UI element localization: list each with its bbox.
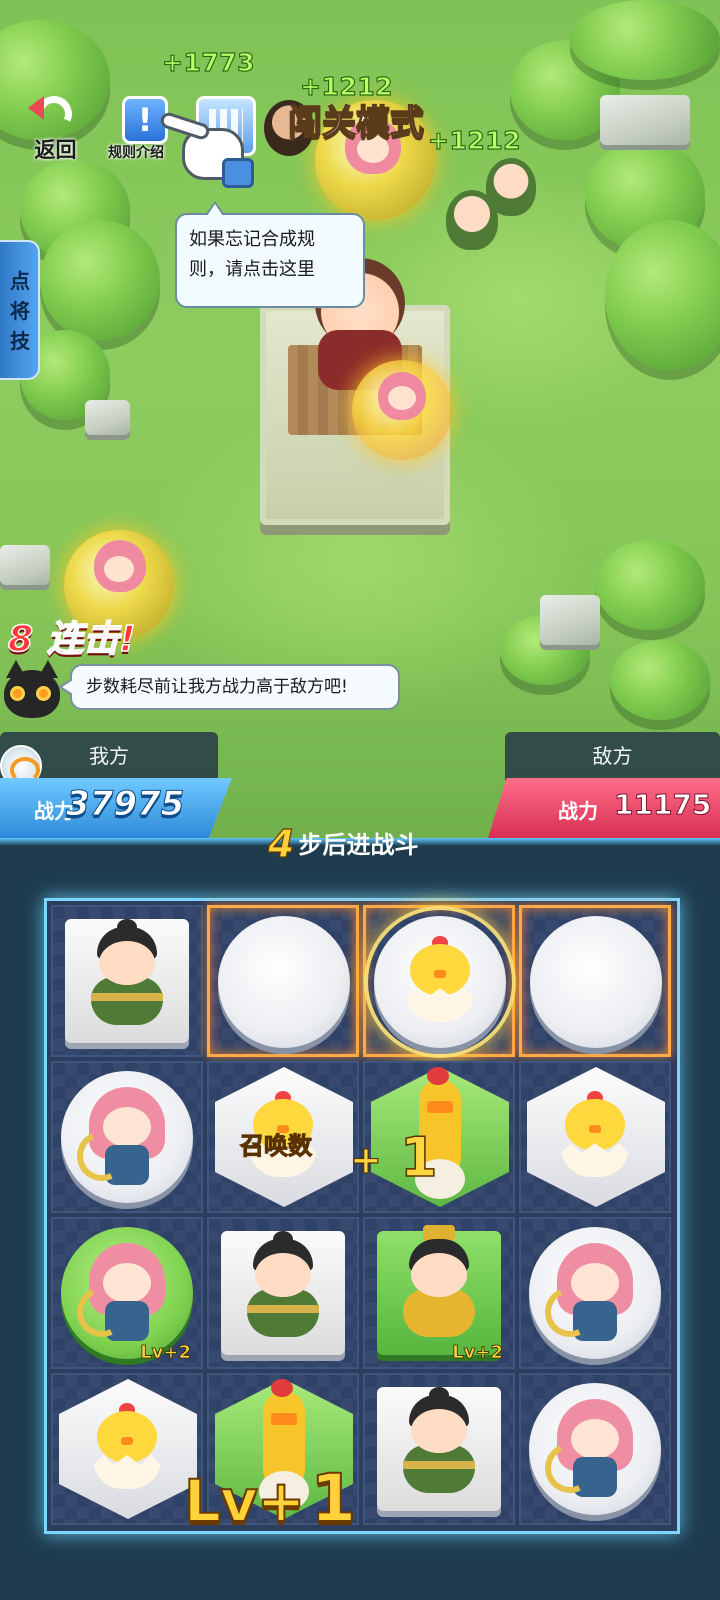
tree — [570, 0, 720, 80]
our-power-panel: 战力 37975 — [0, 778, 232, 838]
grid-cell[interactable] — [363, 1061, 515, 1213]
damage-number: +1773 — [161, 47, 256, 77]
combo-label: 连击! — [46, 618, 136, 661]
rooster-beak — [427, 1101, 453, 1113]
enemy-soldier[interactable] — [486, 158, 536, 216]
chick-piece — [404, 936, 476, 1024]
soldier-piece — [87, 919, 167, 1027]
enemy-power-panel: 战力 11175 — [488, 778, 720, 838]
merge-grid: Lv+2 Lv+2 — [44, 898, 680, 1534]
rules-hint-tooltip[interactable]: 如果忘记合成规 则，请点击这里 — [175, 201, 365, 308]
soldier-face — [255, 1253, 311, 1297]
skill-tab-char: 技 — [10, 329, 30, 353]
general-skill-tab[interactable]: 点 将 技 — [0, 240, 40, 380]
soldier-piece — [243, 1231, 323, 1339]
grid-cell[interactable] — [519, 1217, 671, 1369]
rules-hint-line: 如果忘记合成规 — [189, 229, 315, 250]
chick-beak — [434, 970, 446, 978]
skill-tab-char: 将 — [10, 299, 30, 323]
summon-value: 1 — [399, 1125, 438, 1190]
grid-cell[interactable] — [51, 1061, 203, 1213]
summon-plus: + — [349, 1137, 382, 1182]
soldier-belt — [91, 993, 163, 1001]
heroine-piece — [537, 1393, 639, 1501]
tree — [610, 640, 710, 720]
grid-cell[interactable]: Lv+2 — [363, 1217, 515, 1369]
level-badge: Lv+2 — [452, 1342, 504, 1364]
skill-tab-char: 点 — [10, 269, 30, 293]
back-button[interactable]: 返回 — [18, 90, 93, 167]
chick-beak — [589, 1125, 601, 1133]
rock — [600, 95, 690, 145]
enemy-power-value: 11175 — [613, 788, 712, 822]
pointing-hand-icon — [158, 100, 255, 190]
mode-title: 闯关模式 — [287, 102, 425, 144]
damage-number: +1212 — [427, 125, 522, 155]
egg-shell — [93, 1455, 161, 1489]
heroine-piece — [537, 1237, 639, 1345]
cat-eye — [36, 686, 51, 701]
grid-cell[interactable]: Lv+2 — [51, 1217, 203, 1369]
rock — [0, 545, 50, 585]
level-badge: Lv+2 — [140, 1342, 192, 1364]
steps-text: 步后进战斗 — [298, 831, 419, 859]
enemy-power-label: 战力 — [558, 799, 598, 823]
grid-cell-selected[interactable] — [363, 905, 516, 1058]
rooster-beak — [271, 1413, 297, 1425]
cat-eye — [10, 686, 25, 701]
back-arrowhead-icon — [28, 96, 44, 120]
grid-cell[interactable] — [519, 1373, 671, 1525]
soldier-belt — [247, 1305, 319, 1313]
summon-count-label: 召唤数 — [240, 1132, 313, 1161]
tile-circle — [218, 916, 350, 1048]
soldier-belt — [403, 1461, 475, 1469]
tile-circle — [530, 916, 662, 1048]
level-up-value: 1 — [309, 1459, 357, 1538]
tree — [595, 540, 705, 630]
general-piece — [399, 1225, 479, 1339]
rock — [85, 400, 130, 435]
rock — [540, 595, 600, 645]
rules-hint-line: 则，请点击这里 — [189, 259, 315, 280]
enemy-side-tab: 敌方 — [505, 732, 720, 780]
our-power-value: 37975 — [65, 784, 185, 825]
egg-shell — [561, 1143, 629, 1177]
soldier-face — [99, 941, 155, 985]
grid-cell[interactable] — [519, 1061, 671, 1213]
hand-cuff — [222, 158, 254, 188]
soldier-piece — [399, 1387, 479, 1495]
steps-until-battle: 4 步后进战斗 — [267, 821, 468, 866]
general-face — [411, 1253, 467, 1297]
steps-count: 4 — [267, 821, 295, 866]
battlefield: +1773 +1212 +1212 闯关模式 返回 ! 规则介绍 如果忘记合成规… — [0, 0, 720, 860]
chick-piece — [91, 1403, 163, 1491]
tree — [40, 220, 160, 340]
grid-cell[interactable] — [207, 1217, 359, 1369]
egg-shell — [406, 988, 474, 1022]
tree — [605, 220, 720, 370]
rooster-crest — [427, 1067, 449, 1085]
soldier-face — [411, 1409, 467, 1453]
rooster-crest — [271, 1379, 293, 1397]
grid-cell-empty[interactable] — [519, 905, 671, 1057]
grid-cell-empty[interactable] — [207, 905, 359, 1057]
heroine-piece — [69, 1237, 171, 1345]
black-cat-guide-avatar — [2, 660, 62, 722]
combo-count: 8 — [7, 618, 34, 661]
grid-cell[interactable] — [51, 905, 203, 1057]
grid-cell[interactable] — [51, 1373, 203, 1525]
chick-beak — [121, 1437, 133, 1445]
goal-hint-bubble: 步数耗尽前让我方战力高于敌方吧! — [58, 664, 400, 710]
heroine-piece — [69, 1081, 171, 1189]
combo-counter: 8 连击! — [7, 610, 136, 662]
grid-cell[interactable] — [363, 1373, 515, 1525]
level-up-prefix: Lv+ — [183, 1466, 306, 1536]
heroine-face — [104, 556, 134, 582]
back-label: 返回 — [34, 138, 77, 162]
heroine-face — [388, 386, 416, 410]
level-up-popup: Lv+1 — [183, 1459, 357, 1538]
chick-piece — [559, 1091, 631, 1179]
rules-label: 规则介绍 — [108, 145, 164, 161]
